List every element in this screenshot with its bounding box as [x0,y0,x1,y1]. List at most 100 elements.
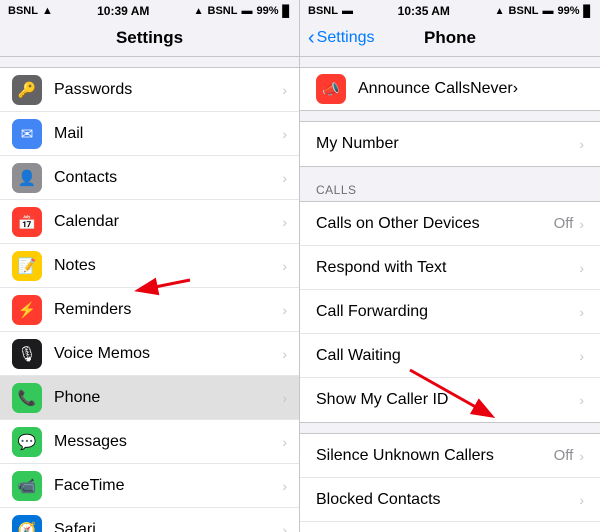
icon-voice-memos: 🎙 [12,339,42,369]
left-nav-bar: Settings [0,22,299,57]
location-icon-right: ▲ [495,6,505,17]
left-item-contacts[interactable]: 👤 Contacts › [0,156,299,200]
left-title: Settings [116,28,183,47]
chevron-phone: › [282,390,287,406]
back-label[interactable]: Settings [317,29,375,47]
label-voice-memos: Voice Memos [54,345,282,363]
calls-item-calls-other-devices[interactable]: Calls on Other Devices Off › [300,202,600,246]
label-mail: Mail [54,125,282,143]
calls-item-call-forwarding[interactable]: Call Forwarding › [300,290,600,334]
label-safari: Safari [54,521,282,532]
right-title: Phone [424,28,476,48]
left-item-phone[interactable]: 📞 Phone › [0,376,299,420]
chevron-facetime: › [282,478,287,494]
location-icon-left: ▲ [194,6,204,17]
announce-icon: 📣 [316,74,346,104]
announce-chevron: › [513,80,518,98]
icon-messages: 💬 [12,427,42,457]
time-right: 10:35 AM [398,4,450,18]
my-number-chevron: › [579,136,584,152]
left-panel: BSNL ▲ 10:39 AM ▲ BSNL ▬ 99% ▊ Settings … [0,0,300,532]
left-status-left: BSNL ▲ [8,5,53,17]
chevron-blocked-contacts: › [579,492,584,508]
calls-list: Calls on Other Devices Off › Respond wit… [300,201,600,423]
left-item-messages[interactable]: 💬 Messages › [0,420,299,464]
label-call-forwarding: Call Forwarding [316,303,579,321]
chevron-mail: › [282,126,287,142]
battery-left: 99% [256,5,278,17]
carrier-left: BSNL [8,5,38,17]
battery-icon-right: ▊ [584,5,592,18]
label-calendar: Calendar [54,213,282,231]
battery-icon-left: ▊ [283,5,291,18]
label-respond-with-text: Respond with Text [316,259,579,277]
left-item-reminders[interactable]: ⚡ Reminders › [0,288,299,332]
value-calls-other-devices: Off [554,215,574,232]
right-status-bar: BSNL ▬ 10:35 AM ▲ BSNL ▬ 99% ▊ [300,0,600,22]
label-silence-unknown: Silence Unknown Callers [316,447,554,465]
chevron-reminders: › [282,302,287,318]
announce-calls-value: Never [470,80,513,98]
left-item-facetime[interactable]: 📹 FaceTime › [0,464,299,508]
icon-mail: ✉ [12,119,42,149]
my-number-label: My Number [316,135,579,153]
icon-contacts: 👤 [12,163,42,193]
label-facetime: FaceTime [54,477,282,495]
value-silence-unknown: Off [554,447,574,464]
icon-passwords: 🔑 [12,75,42,105]
signal2-right: ▬ [543,5,554,17]
left-item-calendar[interactable]: 📅 Calendar › [0,200,299,244]
chevron-notes: › [282,258,287,274]
icon-reminders: ⚡ [12,295,42,325]
silence-item-silence-unknown[interactable]: Silence Unknown Callers Off › [300,434,600,478]
silence-item-blocked-contacts[interactable]: Blocked Contacts › [300,478,600,522]
chevron-passwords: › [282,82,287,98]
chevron-messages: › [282,434,287,450]
carrier2-right: BSNL [509,5,539,17]
left-item-passwords[interactable]: 🔑 Passwords › [0,68,299,112]
left-scroll-content[interactable]: 🔑 Passwords › ✉ Mail › 👤 Contacts › 📅 Ca… [0,57,299,532]
label-blocked-contacts: Blocked Contacts [316,491,579,509]
chevron-respond-with-text: › [579,260,584,276]
label-phone: Phone [54,389,282,407]
right-status-right: ▲ BSNL ▬ 99% ▊ [495,5,592,18]
calls-item-show-caller-id[interactable]: Show My Caller ID › [300,378,600,422]
battery-right: 99% [558,5,580,17]
left-item-voice-memos[interactable]: 🎙 Voice Memos › [0,332,299,376]
calls-section: CALLS Calls on Other Devices Off › Respo… [300,177,600,423]
announce-calls-item[interactable]: 📣 Announce Calls Never › [300,67,600,111]
left-status-right: ▲ BSNL ▬ 99% ▊ [194,5,291,18]
chevron-safari: › [282,522,287,532]
left-settings-list: 🔑 Passwords › ✉ Mail › 👤 Contacts › 📅 Ca… [0,67,299,532]
announce-calls-label: Announce Calls [358,80,470,98]
label-reminders: Reminders [54,301,282,319]
chevron-voice-memos: › [282,346,287,362]
right-status-left: BSNL ▬ [308,5,353,17]
silence-item-sms-reporting[interactable]: SMS/Call Reporting › [300,522,600,532]
left-item-mail[interactable]: ✉ Mail › [0,112,299,156]
label-show-caller-id: Show My Caller ID [316,391,579,409]
calls-item-respond-with-text[interactable]: Respond with Text › [300,246,600,290]
my-number-item[interactable]: My Number › [300,122,600,166]
icon-facetime: 📹 [12,471,42,501]
label-call-waiting: Call Waiting [316,347,579,365]
left-item-safari[interactable]: 🧭 Safari › [0,508,299,532]
chevron-show-caller-id: › [579,392,584,408]
label-contacts: Contacts [54,169,282,187]
left-item-notes[interactable]: 📝 Notes › [0,244,299,288]
calls-item-call-waiting[interactable]: Call Waiting › [300,334,600,378]
back-chevron: ‹ [308,27,315,50]
chevron-calls-other-devices: › [579,216,584,232]
left-status-bar: BSNL ▲ 10:39 AM ▲ BSNL ▬ 99% ▊ [0,0,299,22]
my-number-section: My Number › [300,121,600,167]
calls-section-header: CALLS [300,177,600,201]
carrier-right: BSNL [308,5,338,17]
chevron-calendar: › [282,214,287,230]
silence-section: Silence Unknown Callers Off › Blocked Co… [300,433,600,532]
right-scroll-content[interactable]: 📣 Announce Calls Never › My Number › CAL… [300,57,600,532]
label-notes: Notes [54,257,282,275]
back-button[interactable]: ‹ Settings [308,27,374,50]
label-calls-other-devices: Calls on Other Devices [316,215,554,233]
signal2-left: ▬ [241,5,252,17]
icon-phone: 📞 [12,383,42,413]
